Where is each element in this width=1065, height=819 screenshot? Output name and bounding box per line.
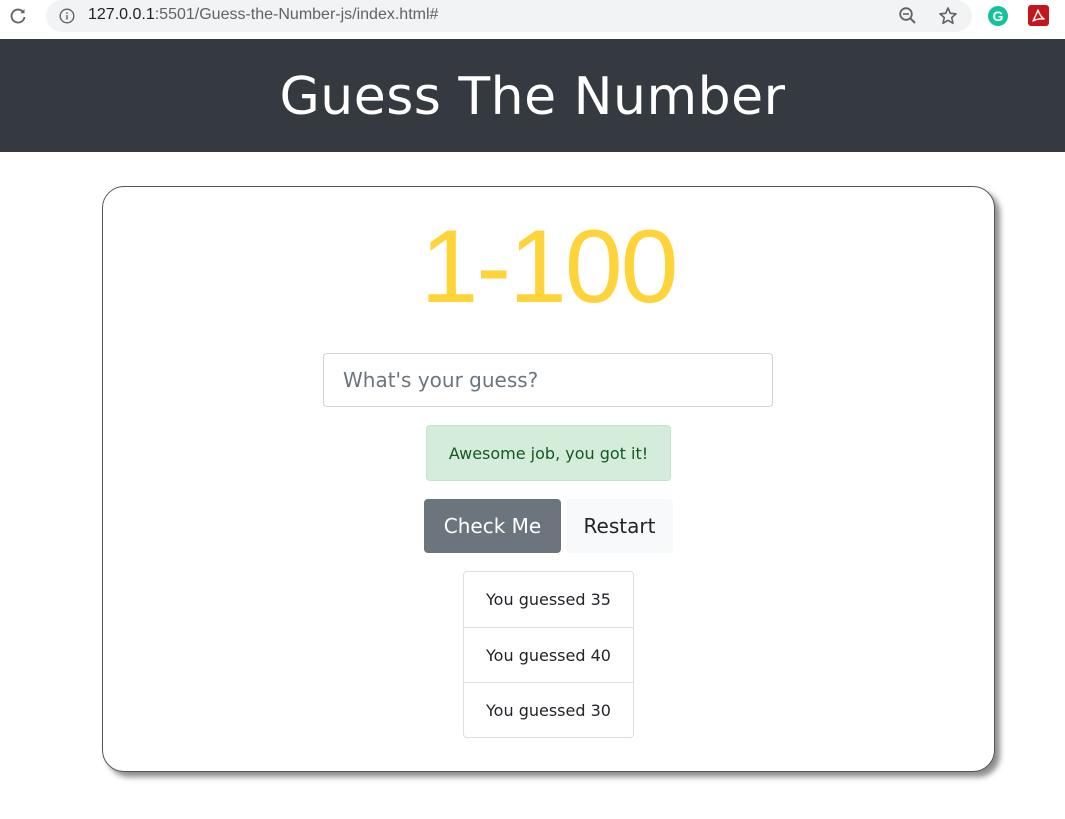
page-title: Guess The Number	[279, 66, 786, 127]
browser-toolbar: 127.0.0.1:5501/Guess-the-Number-js/index…	[0, 0, 1065, 39]
game-card: 1-100 Awesome job, you got it! Check Me …	[102, 186, 995, 772]
number-range: 1-100	[420, 209, 679, 325]
info-icon[interactable]	[58, 7, 76, 25]
url-host: 127.0.0.1	[88, 6, 155, 23]
result-message: Awesome job, you got it!	[426, 425, 671, 481]
bookmark-star-icon[interactable]	[938, 6, 958, 26]
list-item: You guessed 40	[464, 627, 633, 682]
url-text: 127.0.0.1:5501/Guess-the-Number-js/index…	[88, 6, 438, 24]
guess-history-list: You guessed 35 You guessed 40 You guesse…	[463, 571, 634, 738]
guess-input[interactable]	[323, 353, 773, 407]
check-me-button[interactable]: Check Me	[424, 499, 561, 553]
pdf-extension-icon[interactable]	[1028, 5, 1049, 26]
site-header: Guess The Number	[0, 39, 1065, 152]
list-item: You guessed 35	[486, 590, 611, 609]
restart-button[interactable]: Restart	[566, 499, 673, 553]
url-path: :5501/Guess-the-Number-js/index.html#	[154, 6, 439, 23]
address-bar[interactable]: 127.0.0.1:5501/Guess-the-Number-js/index…	[46, 0, 972, 32]
reload-icon[interactable]	[8, 6, 28, 26]
grammarly-extension-icon[interactable]: G	[988, 6, 1008, 26]
list-item: You guessed 30	[464, 682, 633, 737]
zoom-out-icon[interactable]	[898, 6, 918, 26]
